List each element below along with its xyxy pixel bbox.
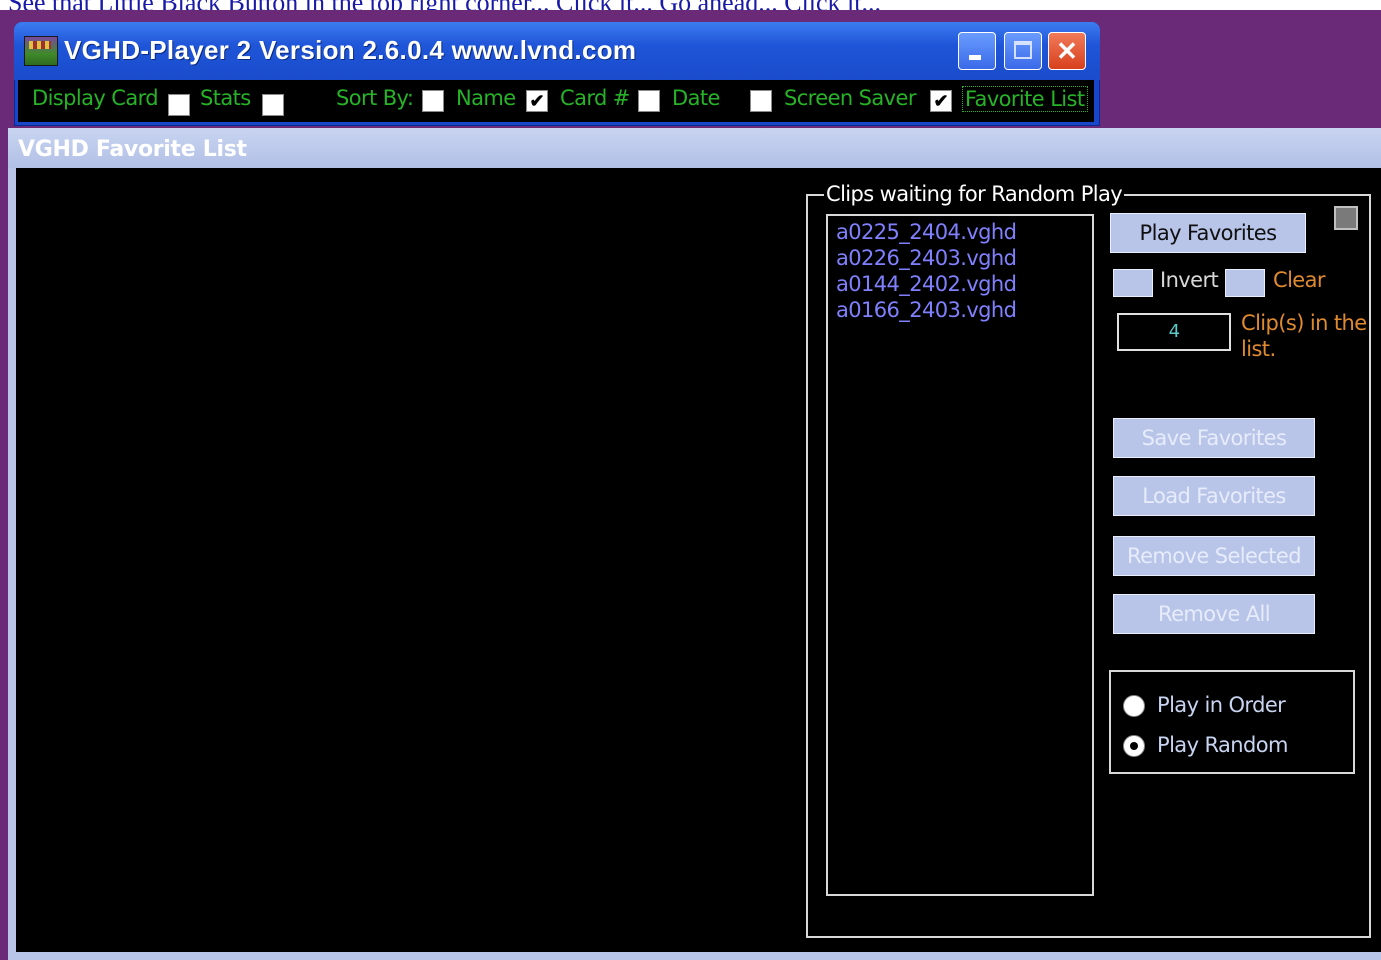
favorite-list-window: VGHD Favorite List Clips waiting for Ran… (8, 128, 1381, 960)
list-item[interactable]: a0225_2404.vghd (836, 220, 1017, 244)
options-bar: Display Card Stats Sort By: Name ✔ Card … (18, 80, 1094, 122)
clip-count-field: 4 (1117, 313, 1231, 351)
load-favorites-button[interactable]: Load Favorites (1113, 476, 1315, 516)
list-item[interactable]: a0226_2403.vghd (836, 246, 1017, 270)
play-mode-group (1109, 670, 1355, 774)
screen-saver-label: Screen Saver (784, 86, 916, 110)
clear-label: Clear (1273, 268, 1326, 292)
play-in-order-radio[interactable] (1123, 695, 1145, 717)
remove-all-button[interactable]: Remove All (1113, 594, 1315, 634)
maximize-button[interactable] (1004, 32, 1042, 70)
invert-button[interactable] (1113, 269, 1153, 297)
play-random-radio[interactable] (1123, 735, 1145, 757)
name-checkbox[interactable]: ✔ (526, 90, 548, 112)
name-label: Name (456, 86, 516, 110)
display-card-label: Display Card (32, 86, 159, 110)
favorite-client-area: Clips waiting for Random Play a0225_2404… (16, 168, 1381, 952)
clips-listbox[interactable]: a0225_2404.vghd a0226_2403.vghd a0144_24… (826, 214, 1094, 896)
app-icon (24, 36, 58, 66)
minimize-icon (969, 55, 981, 60)
clear-button[interactable] (1225, 269, 1265, 297)
remove-selected-button[interactable]: Remove Selected (1113, 536, 1315, 576)
play-random-label: Play Random (1157, 733, 1288, 757)
stats-checkbox[interactable] (262, 94, 284, 116)
screen-saver-checkbox[interactable]: ✔ (930, 90, 952, 112)
clips-group-title: Clips waiting for Random Play (824, 182, 1125, 206)
player-title-bar[interactable]: VGHD-Player 2 Version 2.6.0.4 www.lvnd.c… (14, 22, 1100, 80)
card-number-checkbox[interactable] (638, 90, 660, 112)
sort-by-label: Sort By: (336, 86, 414, 110)
favorite-list-toggle[interactable]: Favorite List (962, 86, 1088, 112)
clip-count-label: Clip(s) in the list. (1241, 311, 1367, 361)
invert-label: Invert (1160, 268, 1219, 292)
favorite-title-bar[interactable]: VGHD Favorite List (8, 128, 1381, 168)
sort-by-checkbox[interactable] (422, 90, 444, 112)
save-favorites-button[interactable]: Save Favorites (1113, 418, 1315, 458)
little-black-button[interactable] (1334, 206, 1358, 230)
favorite-window-title: VGHD Favorite List (18, 137, 247, 162)
list-item[interactable]: a0144_2402.vghd (836, 272, 1017, 296)
play-favorites-button[interactable]: Play Favorites (1110, 213, 1306, 253)
close-icon: ✕ (1056, 36, 1078, 66)
play-in-order-label: Play in Order (1157, 693, 1286, 717)
stats-label: Stats (200, 86, 251, 110)
close-button[interactable]: ✕ (1048, 32, 1086, 70)
list-item[interactable]: a0166_2403.vghd (836, 298, 1017, 322)
display-card-checkbox[interactable] (168, 94, 190, 116)
card-number-label: Card # (560, 86, 630, 110)
minimize-button[interactable] (958, 32, 996, 70)
date-label: Date (672, 86, 720, 110)
date-checkbox[interactable] (750, 90, 772, 112)
maximize-icon (1014, 41, 1032, 59)
vghd-player-window: VGHD-Player 2 Version 2.6.0.4 www.lvnd.c… (14, 22, 1100, 126)
window-title: VGHD-Player 2 Version 2.6.0.4 www.lvnd.c… (64, 35, 637, 65)
